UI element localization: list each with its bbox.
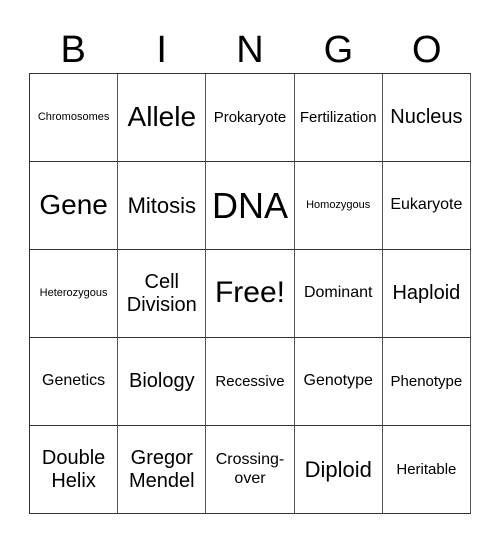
header-letter-o: O [412,29,442,71]
bingo-cell[interactable]: Double Helix [30,426,119,514]
bingo-cell[interactable]: Heterozygous [30,250,119,338]
bingo-cell[interactable]: Heritable [382,426,471,514]
bingo-cell[interactable]: Genetics [30,338,119,426]
bingo-cell[interactable]: Phenotype [382,338,471,426]
bingo-cell[interactable]: Chromosomes [30,74,119,162]
bingo-cell[interactable]: Eukaryote [382,162,471,250]
header-letter-b: B [60,29,86,71]
bingo-cell[interactable]: Homozygous [294,162,383,250]
bingo-cell[interactable]: Mitosis [118,162,207,250]
bingo-grid: Chromosomes Allele Prokaryote Fertilizat… [29,73,471,514]
header-letter-g: G [323,29,354,71]
bingo-cell[interactable]: Gregor Mendel [118,426,207,514]
bingo-cell[interactable]: Biology [118,338,207,426]
bingo-header: B I N G O [29,27,471,73]
header-letter-i: I [156,29,167,71]
bingo-cell[interactable]: Recessive [206,338,295,426]
header-letter-n: N [236,29,264,71]
free-space-cell[interactable]: Free! [206,250,295,338]
bingo-cell[interactable]: Cell Division [118,250,207,338]
bingo-cell[interactable]: Allele [118,74,207,162]
bingo-cell[interactable]: Prokaryote [206,74,295,162]
bingo-cell[interactable]: Haploid [382,250,471,338]
bingo-cell[interactable]: Crossing- over [206,426,295,514]
bingo-cell[interactable]: Diploid [294,426,383,514]
bingo-cell[interactable]: DNA [206,162,295,250]
bingo-cell[interactable]: Gene [30,162,119,250]
bingo-cell[interactable]: Nucleus [382,74,471,162]
bingo-cell[interactable]: Fertilization [294,74,383,162]
bingo-cell[interactable]: Dominant [294,250,383,338]
bingo-cell[interactable]: Genotype [294,338,383,426]
